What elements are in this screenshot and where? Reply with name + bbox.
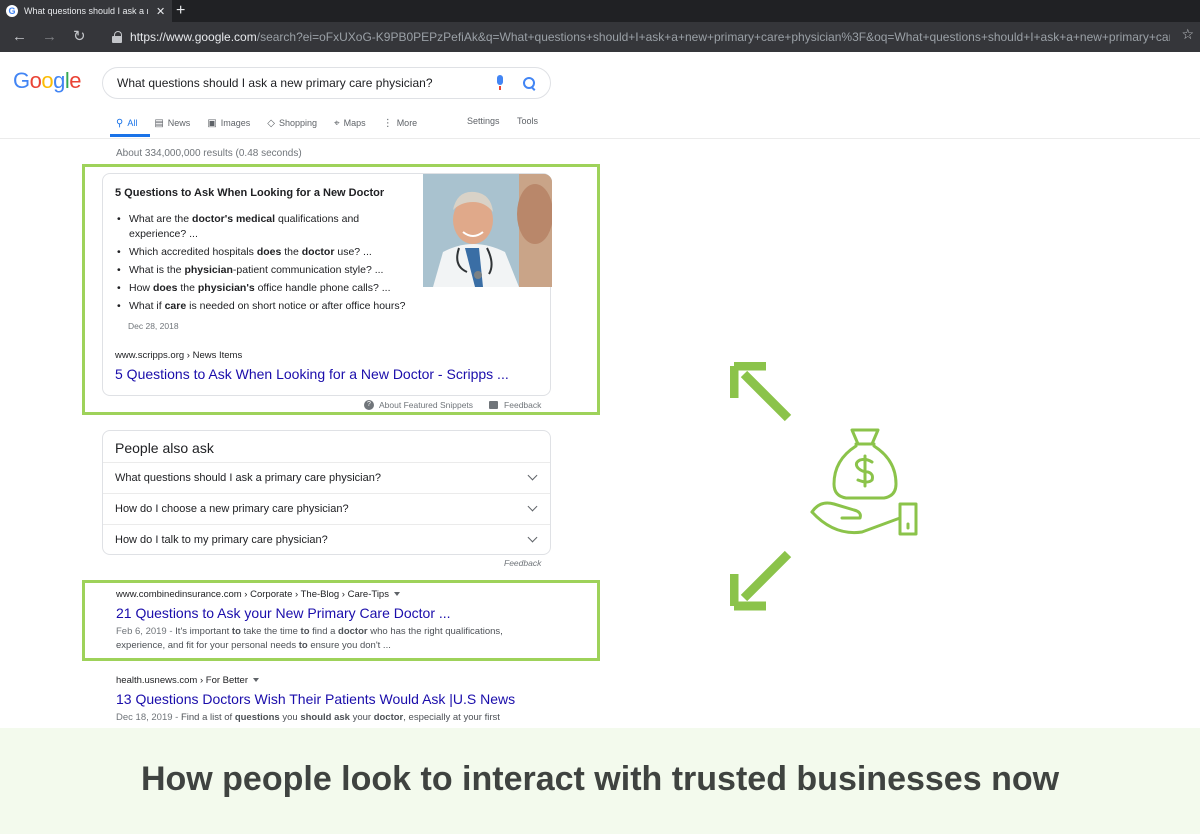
tab-more[interactable]: ⋮ More bbox=[383, 116, 418, 130]
snippet-footer: ? About Featured Snippets Feedback bbox=[364, 400, 541, 410]
snippet-link[interactable]: 5 Questions to Ask When Looking for a Ne… bbox=[115, 366, 509, 382]
tab-news[interactable]: ▤ News bbox=[154, 116, 190, 130]
list-item: How does the physician's office handle p… bbox=[115, 281, 415, 296]
lock-icon bbox=[112, 31, 122, 43]
tab-images[interactable]: ▣ Images bbox=[207, 116, 250, 130]
tab-shopping[interactable]: ◇ Shopping bbox=[267, 116, 317, 130]
paa-question[interactable]: What questions should I ask a primary ca… bbox=[103, 462, 550, 493]
settings-link[interactable]: Settings bbox=[467, 116, 500, 126]
tools-link[interactable]: Tools bbox=[517, 116, 538, 126]
chevron-down-icon[interactable] bbox=[527, 532, 538, 543]
snippet-feedback-link[interactable]: Feedback bbox=[504, 400, 541, 410]
paa-question[interactable]: How do I choose a new primary care physi… bbox=[103, 493, 550, 524]
snippet-title: 5 Questions to Ask When Looking for a Ne… bbox=[115, 187, 385, 199]
doctor-illustration bbox=[423, 174, 552, 287]
back-arrow-icon[interactable]: ← bbox=[12, 27, 27, 47]
chevron-down-icon[interactable] bbox=[527, 470, 538, 481]
tab-all[interactable]: ⚲ All bbox=[116, 116, 137, 130]
result-title-link[interactable]: 21 Questions to Ask your New Primary Car… bbox=[116, 605, 451, 621]
result-cite: www.combinedinsurance.com › Corporate › … bbox=[116, 589, 400, 600]
result-description: Dec 18, 2019 - Find a list of questions … bbox=[116, 712, 500, 723]
google-logo[interactable]: Google bbox=[13, 68, 82, 94]
search-icon[interactable] bbox=[523, 76, 536, 90]
arrow-down-left-icon bbox=[730, 550, 792, 611]
address-url[interactable]: https://www.google.com/search?ei=oFxUXoG… bbox=[130, 30, 1170, 44]
reload-icon[interactable]: ↻ bbox=[73, 27, 86, 47]
search-tabs: ⚲ All ▤ News ▣ Images ◇ Shopping ⌖ Maps ⋮ More bbox=[116, 116, 434, 138]
caret-down-icon[interactable] bbox=[393, 592, 400, 597]
more-vertical-icon: ⋮ bbox=[382, 117, 393, 129]
browser-tab-title: What questions should I ask a ne bbox=[24, 6, 148, 16]
people-also-ask: People also ask What questions should I … bbox=[102, 430, 551, 555]
google-favicon-icon: G bbox=[6, 5, 18, 17]
money-bag-hand-icon bbox=[810, 428, 918, 536]
search-query-text[interactable]: What questions should I ask a new primar… bbox=[117, 76, 495, 90]
paa-feedback-link[interactable]: Feedback bbox=[504, 558, 541, 568]
snippet-date: Dec 28, 2018 bbox=[128, 321, 179, 331]
active-tab-indicator bbox=[110, 134, 150, 137]
browser-tab-strip: G What questions should I ask a ne ✕ + bbox=[0, 0, 1200, 22]
forward-arrow-icon[interactable]: → bbox=[42, 27, 57, 47]
paa-question[interactable]: How do I talk to my primary care physici… bbox=[103, 524, 550, 555]
result-stats: About 334,000,000 results (0.48 seconds) bbox=[116, 148, 302, 159]
caption-text: How people look to interact with trusted… bbox=[140, 760, 1060, 798]
header-divider bbox=[0, 138, 1200, 139]
map-pin-icon: ⌖ bbox=[334, 117, 340, 129]
bookmark-star-icon[interactable]: ☆ bbox=[1181, 26, 1194, 43]
shopping-tag-icon: ◇ bbox=[267, 117, 275, 129]
arrow-up-left-icon bbox=[730, 362, 792, 422]
about-featured-snippets-link[interactable]: About Featured Snippets bbox=[379, 400, 473, 410]
images-icon: ▣ bbox=[207, 117, 217, 129]
news-icon: ▤ bbox=[154, 117, 164, 129]
chevron-down-icon[interactable] bbox=[527, 501, 538, 512]
microphone-icon[interactable] bbox=[495, 75, 505, 91]
search-icon: ⚲ bbox=[116, 117, 124, 129]
browser-toolbar: ← → ↻ https://www.google.com/search?ei=o… bbox=[0, 22, 1200, 52]
browser-tab[interactable]: G What questions should I ask a ne ✕ bbox=[0, 0, 172, 22]
result-cite: health.usnews.com › For Better bbox=[116, 675, 259, 686]
feedback-icon bbox=[489, 401, 499, 409]
close-tab-icon[interactable]: ✕ bbox=[156, 5, 165, 18]
search-input[interactable]: What questions should I ask a new primar… bbox=[102, 67, 551, 99]
snippet-list: What are the doctor's medical qualificat… bbox=[115, 212, 415, 317]
doctor-photo[interactable] bbox=[423, 174, 552, 287]
list-item: What is the physician-patient communicat… bbox=[115, 263, 415, 278]
list-item: Which accredited hospitals does the doct… bbox=[115, 245, 415, 260]
address-bar[interactable]: https://www.google.com/search?ei=oFxUXoG… bbox=[100, 26, 1200, 48]
paa-title: People also ask bbox=[115, 440, 214, 456]
list-item: What if care is needed on short notice o… bbox=[115, 299, 415, 314]
result-title-link[interactable]: 13 Questions Doctors Wish Their Patients… bbox=[116, 691, 515, 707]
list-item: What are the doctor's medical qualificat… bbox=[115, 212, 415, 242]
question-icon: ? bbox=[364, 400, 374, 410]
screenshot-root: G What questions should I ask a ne ✕ + ←… bbox=[0, 0, 1200, 834]
featured-snippet: 5 Questions to Ask When Looking for a Ne… bbox=[102, 173, 552, 396]
caret-down-icon[interactable] bbox=[253, 678, 259, 683]
tab-maps[interactable]: ⌖ Maps bbox=[334, 116, 366, 130]
new-tab-icon[interactable]: + bbox=[176, 1, 185, 21]
snippet-cite: www.scripps.org › News Items bbox=[115, 350, 243, 361]
result-description: Feb 6, 2019 - It's important to take the… bbox=[116, 626, 503, 651]
